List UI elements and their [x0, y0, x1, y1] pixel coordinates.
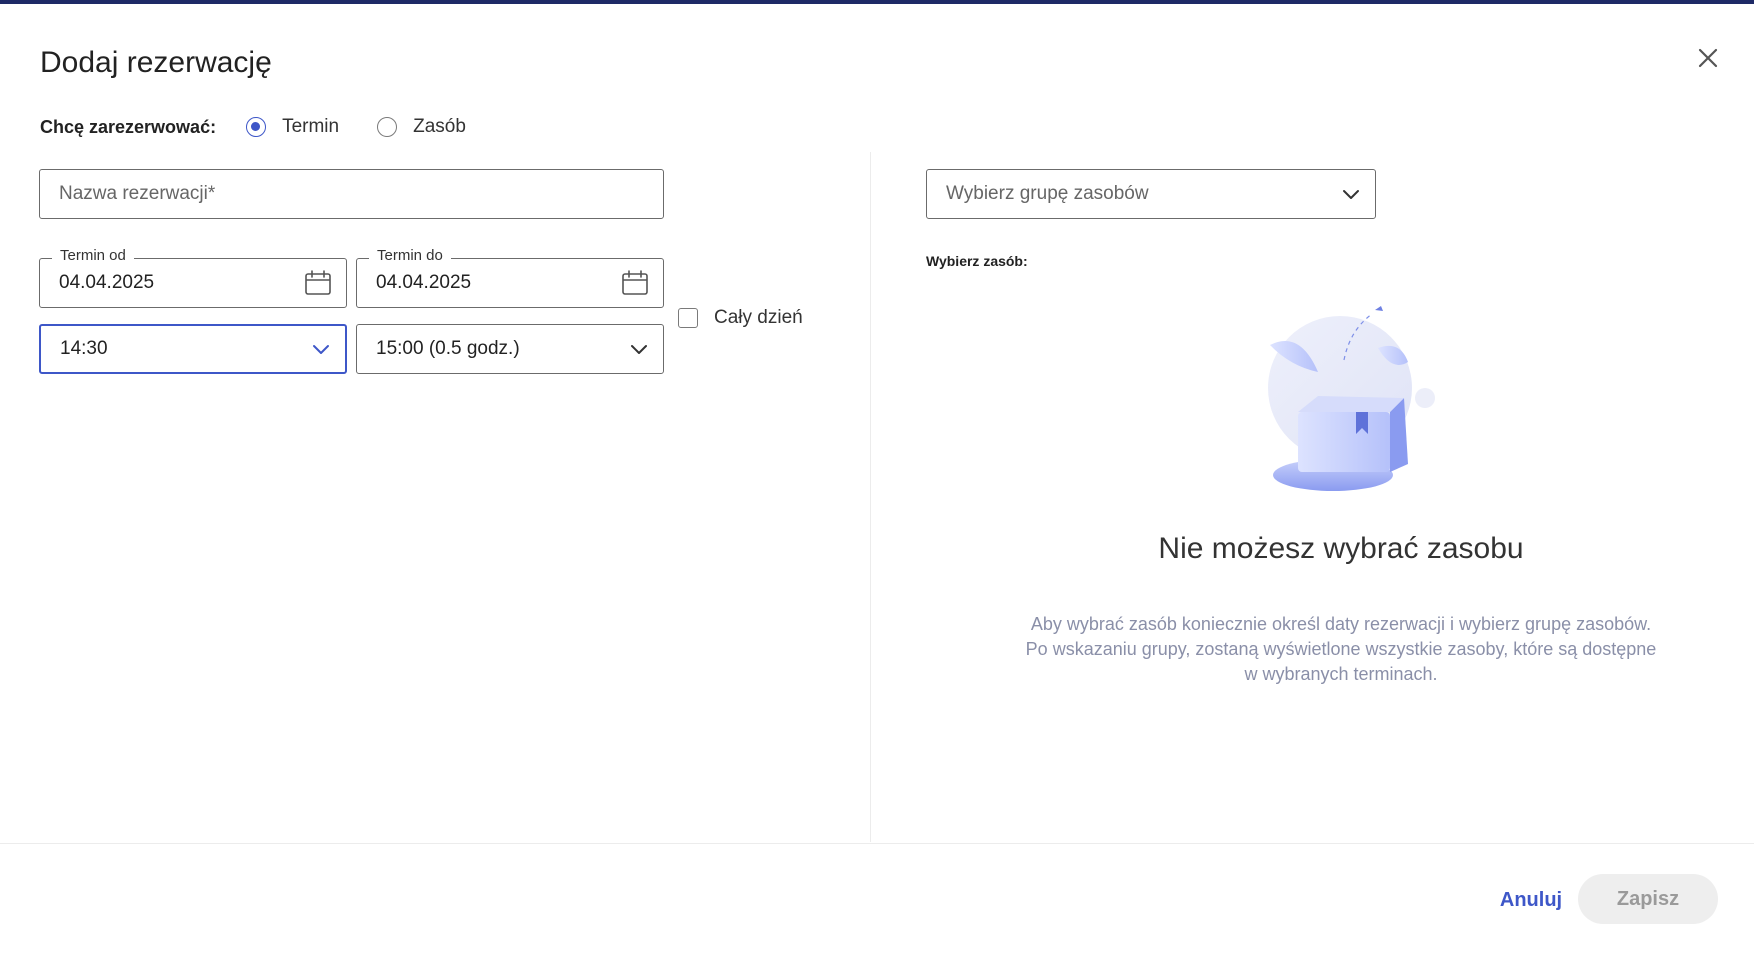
select-resource-label: Wybierz zasób:: [926, 253, 1028, 269]
date-to-value: 04.04.2025: [376, 272, 472, 293]
booking-type-group: Chcę zarezerwować: Termin Zasób: [40, 114, 504, 140]
chevron-down-icon: [311, 339, 331, 359]
date-to-legend: Termin do: [369, 247, 451, 264]
radio-zasob[interactable]: Zasób: [377, 116, 466, 138]
dialog-title: Dodaj rezerwację: [40, 46, 272, 79]
column-divider: [870, 152, 871, 842]
date-from-value: 04.04.2025: [59, 272, 155, 293]
all-day-checkbox[interactable]: Cały dzień: [678, 307, 803, 329]
all-day-checkbox-box[interactable]: [678, 308, 698, 328]
reservation-name-input[interactable]: Nazwa rezerwacji*: [39, 169, 664, 219]
date-from-field[interactable]: Termin od 04.04.2025: [39, 247, 347, 308]
time-from-value: 14:30: [60, 338, 108, 359]
empty-state-title: Nie możesz wybrać zasobu: [1158, 532, 1524, 565]
empty-state-line: Po wskazaniu grupy, zostaną wyświetlone …: [1025, 639, 1657, 659]
radio-zasob-label: Zasób: [413, 116, 466, 137]
radio-termin[interactable]: Termin: [246, 116, 339, 138]
radio-termin-indicator[interactable]: [246, 117, 267, 137]
radio-termin-label: Termin: [282, 116, 340, 137]
calendar-icon[interactable]: [621, 270, 649, 296]
close-button[interactable]: [1694, 44, 1722, 72]
radio-zasob-indicator[interactable]: [377, 117, 398, 137]
calendar-icon[interactable]: [304, 270, 332, 296]
date-to-field[interactable]: Termin do 04.04.2025: [356, 247, 664, 308]
chevron-down-icon: [1341, 184, 1361, 204]
close-icon: [1698, 48, 1718, 68]
reservation-name-placeholder: Nazwa rezerwacji*: [59, 183, 216, 204]
empty-box-illustration: [1240, 300, 1440, 500]
chevron-down-icon: [629, 339, 649, 359]
empty-state-line: w wybranych terminach.: [1244, 664, 1438, 684]
save-button[interactable]: Zapisz: [1578, 874, 1718, 924]
resource-group-placeholder: Wybierz grupę zasobów: [946, 183, 1149, 204]
empty-state-description: Aby wybrać zasób koniecznie określ daty …: [926, 612, 1754, 687]
time-to-select[interactable]: 15:00 (0.5 godz.): [356, 324, 664, 374]
booking-type-label: Chcę zarezerwować:: [40, 116, 217, 137]
all-day-label: Cały dzień: [714, 307, 803, 328]
footer-divider: [0, 843, 1754, 844]
date-from-legend: Termin od: [52, 247, 134, 264]
top-accent-bar: [0, 0, 1754, 4]
resource-group-select[interactable]: Wybierz grupę zasobów: [926, 169, 1376, 219]
empty-state-line: Aby wybrać zasób koniecznie określ daty …: [1030, 614, 1652, 634]
time-to-value: 15:00 (0.5 godz.): [376, 338, 520, 359]
cancel-button[interactable]: Anuluj: [1486, 876, 1576, 924]
time-from-select[interactable]: 14:30: [39, 324, 347, 374]
